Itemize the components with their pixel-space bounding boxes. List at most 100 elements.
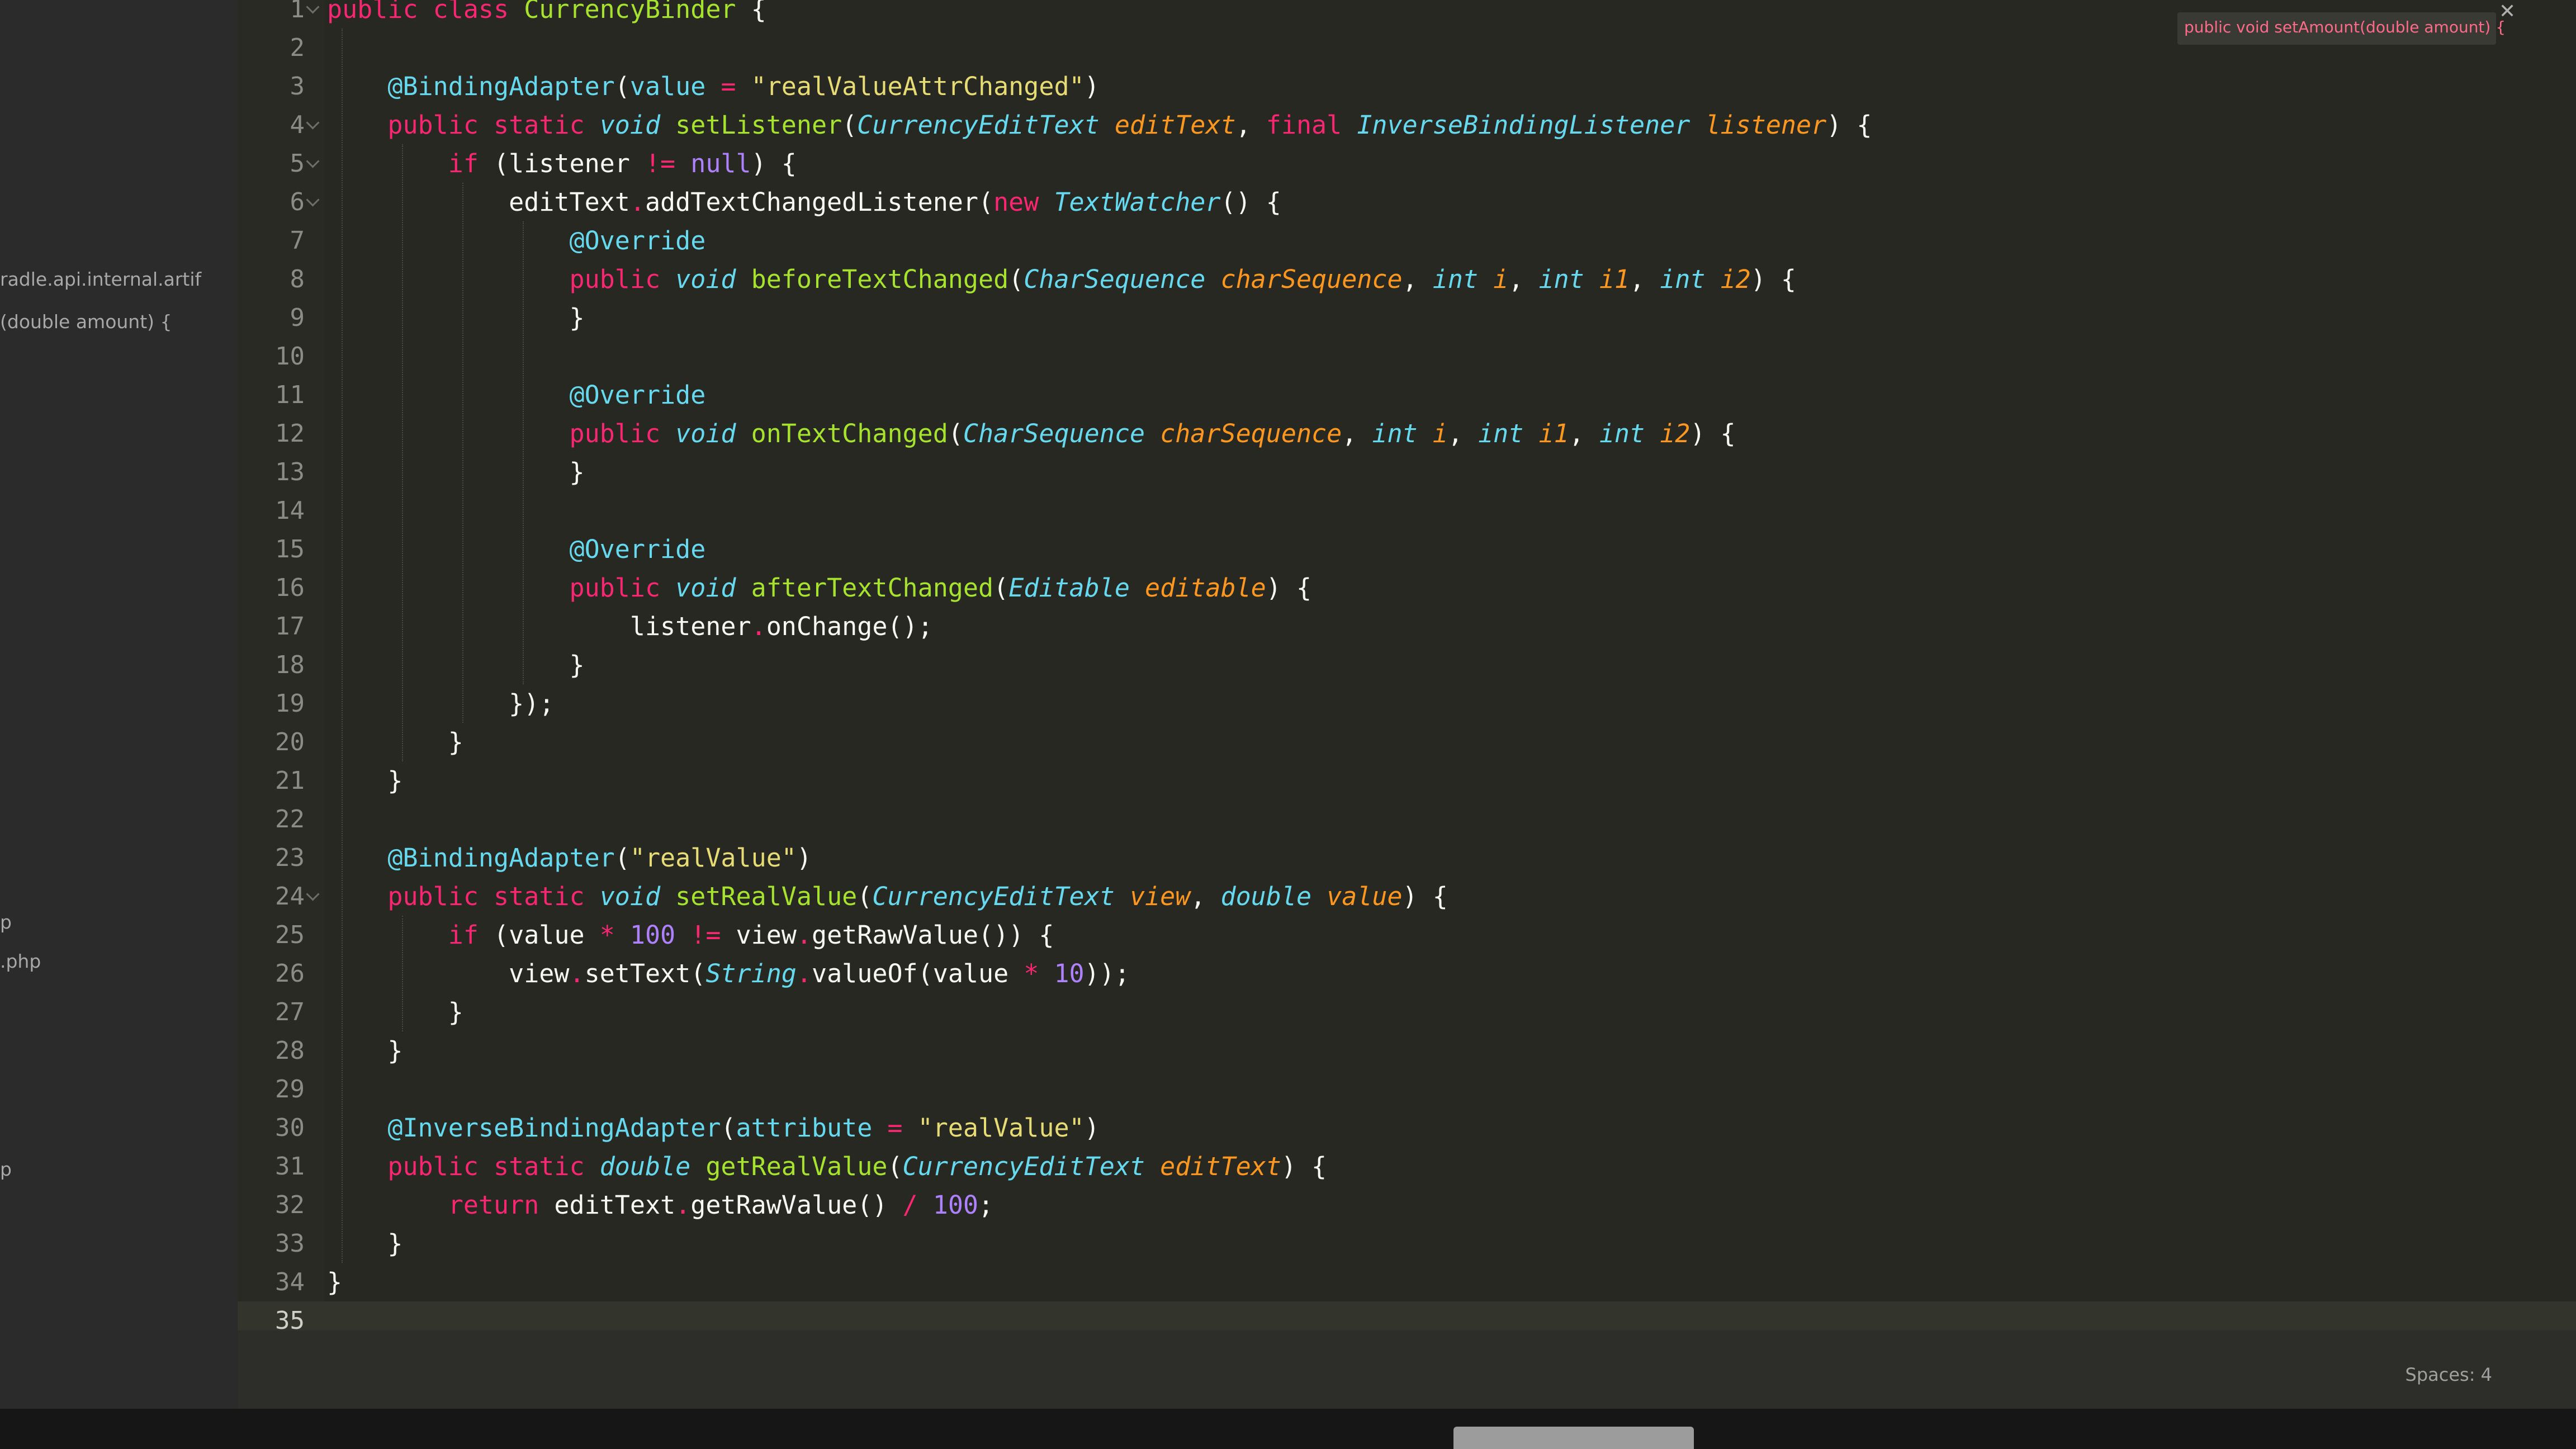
line-number: 21: [275, 766, 305, 795]
code-row[interactable]: 16 public void afterTextChanged(Editable…: [238, 569, 2576, 607]
line-number: 10: [275, 342, 305, 371]
code-row[interactable]: 14: [238, 491, 2576, 530]
line-number: 23: [275, 844, 305, 872]
code-row[interactable]: 30 @InverseBindingAdapter(attribute = "r…: [238, 1109, 2576, 1147]
code-line: public class CurrencyBinder {: [327, 0, 766, 24]
code-line: }: [327, 1267, 343, 1297]
code-row[interactable]: 19 });: [238, 684, 2576, 723]
indentation-status[interactable]: Spaces: 4: [2405, 1364, 2493, 1385]
code-row[interactable]: 23 @BindingAdapter("realValue"): [238, 839, 2576, 877]
code-row[interactable]: 15 @Override: [238, 530, 2576, 569]
line-number: 32: [275, 1191, 305, 1219]
line-number: 27: [275, 998, 305, 1026]
code-row[interactable]: 33 }: [238, 1224, 2576, 1263]
code-line: }: [327, 457, 585, 487]
sidebar-item[interactable]: radle.api.internal.artif: [0, 268, 218, 290]
code-row[interactable]: 28 }: [238, 1031, 2576, 1070]
line-number: 11: [275, 381, 305, 409]
code-line: }: [327, 303, 585, 333]
code-row[interactable]: 32 return editText.getRawValue() / 100;: [238, 1186, 2576, 1224]
sidebar-item[interactable]: .php: [0, 950, 218, 972]
line-number: 4: [290, 111, 305, 139]
code-row[interactable]: 18 }: [238, 646, 2576, 684]
line-number: 22: [275, 805, 305, 834]
code-row[interactable]: 31 public static double getRealValue(Cur…: [238, 1147, 2576, 1186]
code-line: }: [327, 650, 585, 680]
line-number: 8: [290, 265, 305, 293]
code-row[interactable]: 3 @BindingAdapter(value = "realValueAttr…: [238, 67, 2576, 106]
code-line: listener.onChange();: [327, 612, 933, 641]
indent-guide: [523, 221, 524, 684]
sidebar-item[interactable]: (double amount) {: [0, 311, 218, 333]
code-row[interactable]: 12 public void onTextChanged(CharSequenc…: [238, 414, 2576, 453]
code-line: @Override: [569, 226, 706, 255]
line-number: 9: [290, 304, 305, 332]
line-number: 26: [275, 959, 305, 988]
code-line: }: [327, 1229, 403, 1258]
code-row[interactable]: 10: [238, 337, 2576, 376]
code-row[interactable]: 17 listener.onChange();: [238, 607, 2576, 646]
line-number: 34: [275, 1268, 305, 1296]
line-number: 33: [275, 1229, 305, 1258]
code-line: @BindingAdapter("realValue"): [387, 843, 812, 873]
code-line: public static void setListener(CurrencyE…: [387, 110, 1872, 140]
line-number: 30: [275, 1114, 305, 1142]
code-line: }: [327, 997, 463, 1027]
code-row[interactable]: 25 if (value * 100 != view.getRawValue()…: [238, 916, 2576, 954]
fold-chevron-icon[interactable]: [306, 116, 320, 130]
taskbar: [1453, 1427, 1694, 1449]
line-number: 12: [275, 419, 305, 448]
line-number: 25: [275, 921, 305, 949]
code-line: return editText.getRawValue() / 100;: [448, 1190, 994, 1220]
sidebar: radle.api.internal.artif (double amount)…: [0, 0, 238, 1449]
close-icon[interactable]: ✕: [2499, 0, 2516, 23]
code-row[interactable]: 7 @Override: [238, 221, 2576, 260]
code-row[interactable]: 26 view.setText(String.valueOf(value * 1…: [238, 954, 2576, 993]
line-number: 3: [290, 72, 305, 101]
code-line: public static double getRealValue(Curren…: [387, 1152, 1327, 1181]
desk-surface: [0, 1409, 2576, 1449]
line-number: 6: [290, 188, 305, 216]
line-number: 13: [275, 458, 305, 486]
line-number: 20: [275, 728, 305, 756]
line-number: 16: [275, 574, 305, 602]
code-line: public void onTextChanged(CharSequence c…: [569, 419, 1736, 448]
code-row[interactable]: 13 }: [238, 453, 2576, 491]
line-number: 1: [290, 0, 305, 23]
code-row[interactable]: 22: [238, 800, 2576, 839]
sidebar-item[interactable]: p: [0, 1158, 218, 1180]
line-number: 29: [275, 1075, 305, 1104]
code-line: @BindingAdapter(value = "realValueAttrCh…: [387, 72, 1100, 101]
code-line: }: [327, 727, 463, 757]
code-row[interactable]: 9 }: [238, 299, 2576, 337]
fold-chevron-icon[interactable]: [306, 193, 320, 207]
code-row[interactable]: 11 @Override: [238, 376, 2576, 414]
code-line: @Override: [569, 534, 706, 564]
code-line: @Override: [569, 380, 706, 410]
code-line: editText.addTextChangedListener(new Text…: [327, 187, 1281, 217]
code-line: public static void setRealValue(Currency…: [387, 882, 1448, 911]
line-number: 5: [290, 149, 305, 178]
code-row[interactable]: 4 public static void setListener(Currenc…: [238, 106, 2576, 144]
code-row[interactable]: 24 public static void setRealValue(Curre…: [238, 877, 2576, 916]
code-row[interactable]: 29: [238, 1070, 2576, 1109]
line-number: 28: [275, 1036, 305, 1065]
line-number: 2: [290, 34, 305, 62]
fold-chevron-icon[interactable]: [306, 887, 320, 901]
code-row[interactable]: 34}: [238, 1263, 2576, 1301]
indent-guide: [462, 183, 463, 723]
code-editor[interactable]: 1 public class CurrencyBinder {2 3 @Bindin…: [238, 0, 2576, 1449]
signature-hint-text: public void setAmount(double amount) {: [2184, 18, 2506, 36]
code-line: @InverseBindingAdapter(attribute = "real…: [387, 1113, 1100, 1143]
code-row[interactable]: 5 if (listener != null) {: [238, 144, 2576, 183]
code-row[interactable]: 27 }: [238, 993, 2576, 1031]
code-row[interactable]: 21 }: [238, 761, 2576, 800]
fold-chevron-icon[interactable]: [306, 0, 320, 14]
fold-chevron-icon[interactable]: [306, 154, 320, 168]
code-row[interactable]: 20 }: [238, 723, 2576, 761]
code-line: if (listener != null) {: [448, 149, 797, 178]
code-line: }: [327, 766, 403, 795]
code-row[interactable]: 6 editText.addTextChangedListener(new Te…: [238, 183, 2576, 221]
sidebar-item[interactable]: p: [0, 911, 218, 933]
code-row[interactable]: 8 public void beforeTextChanged(CharSequ…: [238, 260, 2576, 299]
